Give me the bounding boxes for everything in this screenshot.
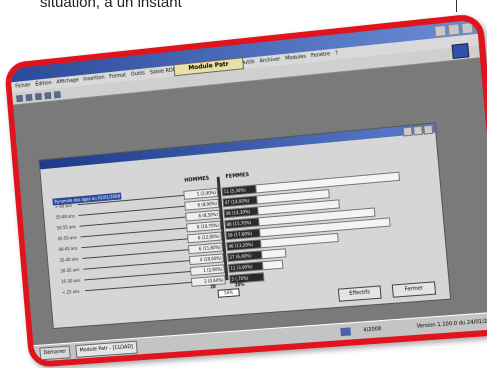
- pyramid-row: < 25 ans 2 (0,60%) 3 (,70%): [62, 272, 265, 297]
- taskbar-item[interactable]: Module Patr - [CLOAD]: [75, 340, 138, 358]
- age-label: 30-35 ans: [60, 267, 80, 274]
- leader-line: [456, 0, 457, 12]
- hommes-value: 2 (0,60%): [190, 275, 226, 287]
- pyramid-row: 25-30 ans 1 (2,90%) 11 (3,60%): [61, 259, 284, 286]
- pct-left-label: 20: [210, 284, 216, 290]
- pyramid-row: 40-45 ans 6 (12,90%) 59 (17,60%): [58, 217, 391, 254]
- app-logo-icon: [451, 43, 470, 59]
- hommes-value: 6 (10,70%): [186, 220, 222, 233]
- age-label: < 25 ans: [62, 288, 80, 295]
- femmes-value: 59 (17,60%): [225, 228, 261, 241]
- pyramid-row: > 60 ans 1 (2,90%) 11 (5,30%): [55, 171, 400, 211]
- search-icon[interactable]: [53, 90, 61, 98]
- new-icon[interactable]: [16, 94, 24, 102]
- dialog-close-button[interactable]: [423, 124, 434, 135]
- print-icon[interactable]: [44, 91, 52, 99]
- save-icon[interactable]: [34, 92, 42, 100]
- hommes-header: HOMMES: [184, 175, 210, 184]
- hommes-value: 6 (8,90%): [184, 198, 220, 211]
- start-button[interactable]: Démarrer: [39, 345, 71, 361]
- pyramid-row: 45-50 ans 6 (10,70%) 86 (15,70%): [57, 207, 376, 244]
- dialog-maximize-button[interactable]: [412, 125, 423, 136]
- femmes-value: 11 (5,30%): [221, 184, 257, 197]
- age-label: 25-30 ans: [61, 277, 81, 285]
- femmes-value: 27 (6,40%): [227, 250, 263, 263]
- femmes-value: 49 (14,30%): [223, 206, 259, 219]
- dialog-controls: [402, 124, 434, 137]
- femmes-value: 86 (15,70%): [224, 217, 260, 230]
- pyramid-row: 55-60 ans 6 (8,90%) 47 (14,00%): [55, 189, 330, 222]
- hommes-value: 4 (19,00%): [188, 253, 225, 266]
- version-text: Version 1.100.0 du 24/01/2008: [416, 317, 487, 330]
- pyramid-row: 30-35 ans 4 (19,00%) 27 (6,40%): [60, 248, 287, 276]
- age-label: 40-45 ans: [58, 245, 78, 253]
- femmes-value: 46 (13,20%): [226, 239, 262, 252]
- femmes-header: FEMMES: [225, 172, 250, 181]
- menu-item[interactable]: ?: [335, 48, 339, 59]
- pct-right-label: 20%: [234, 281, 245, 288]
- app-window: Fichier Édition Affichage Insertion Format Ou…: [10, 19, 487, 362]
- age-label: 50-55 ans: [56, 224, 76, 231]
- effectifs-button[interactable]: Effectifs: [337, 285, 382, 302]
- age-label: > 60 ans: [54, 202, 73, 210]
- femmes-value: 11 (3,60%): [228, 261, 264, 273]
- taskbar-date: 4/2008: [363, 326, 382, 334]
- screenshot-frame: Fichier Édition Affichage Insertion Format Ou…: [3, 12, 487, 368]
- age-label: 35-40 ans: [59, 256, 79, 263]
- scale-box[interactable]: 50%: [217, 288, 240, 298]
- caption-text: situation, à un instant: [40, 0, 182, 11]
- hommes-value: 6 (12,90%): [187, 231, 223, 244]
- hommes-value: 1 (2,90%): [183, 187, 219, 200]
- dialog-titlebar: [39, 123, 436, 170]
- hommes-value: 6 (11,80%): [187, 242, 224, 255]
- open-icon[interactable]: [25, 93, 33, 101]
- hommes-value: 1 (2,90%): [189, 264, 225, 276]
- pyramid-row: 50-55 ans 6 (8,50%) 49 (14,30%): [56, 199, 340, 233]
- femmes-value: 47 (14,00%): [222, 195, 258, 208]
- fermer-button[interactable]: Fermer: [391, 281, 437, 298]
- pyramid-row: 35-40 ans 6 (11,80%) 46 (13,20%): [59, 232, 340, 265]
- pyramid-dialog: Pyramide des âges au 01/01/2008 HOMMES F…: [38, 122, 452, 330]
- dialog-minimize-button[interactable]: [402, 126, 413, 137]
- network-icon: [340, 327, 352, 337]
- hommes-value: 6 (8,50%): [185, 209, 221, 222]
- age-label: 55-60 ans: [55, 213, 75, 220]
- maximize-button[interactable]: [447, 23, 461, 36]
- close-button[interactable]: [461, 21, 474, 35]
- age-label: 45-50 ans: [57, 234, 77, 242]
- minimize-button[interactable]: [434, 24, 447, 38]
